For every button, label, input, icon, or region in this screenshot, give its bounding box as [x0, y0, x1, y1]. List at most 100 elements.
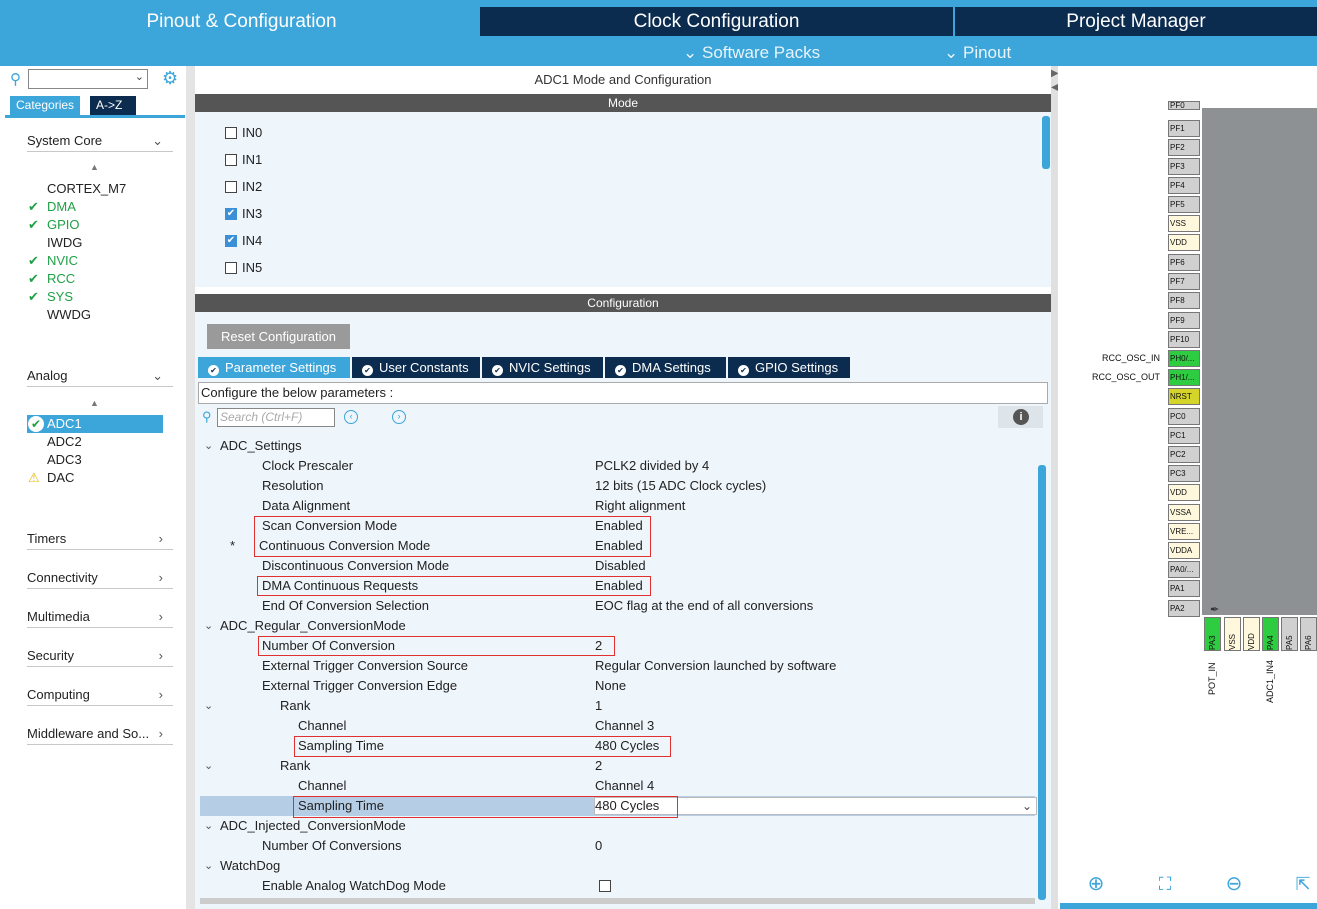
tab-clock-configuration[interactable]: Clock Configuration	[480, 7, 953, 36]
pin[interactable]: PF10	[1168, 331, 1200, 348]
param-row[interactable]: Enable Analog WatchDog Mode	[200, 876, 1035, 896]
param-row[interactable]: External Trigger Conversion Edge None	[200, 676, 1035, 696]
param-row[interactable]: Clock Prescaler PCLK2 divided by 4	[200, 456, 1035, 476]
category-item-gpio[interactable]: GPIO	[47, 216, 80, 234]
sort-icon[interactable]: ▲	[90, 162, 99, 172]
pin[interactable]: PC0	[1168, 408, 1200, 425]
category-item-sys[interactable]: SYS	[47, 288, 73, 306]
tree-group-injected-conversion[interactable]: ⌄ ADC_Injected_ConversionMode	[200, 816, 1035, 836]
zoom-out-icon[interactable]: ⊖	[1222, 872, 1246, 896]
panel-divider[interactable]	[1051, 66, 1058, 909]
software-packs-menu[interactable]: ⌄ Software Packs	[683, 42, 820, 64]
horizontal-scrollbar[interactable]	[200, 898, 1035, 904]
tree-group-adc-settings[interactable]: ⌄ ADC_Settings	[200, 436, 1035, 456]
tab-dma-settings[interactable]: ✔ DMA Settings	[605, 357, 726, 378]
checkbox-in0[interactable]	[225, 127, 237, 139]
checkbox-in5[interactable]	[225, 262, 237, 274]
tree-group-watchdog[interactable]: ⌄ WatchDog	[200, 856, 1035, 876]
tab-nvic-settings[interactable]: ✔ NVIC Settings	[482, 357, 603, 378]
tab-project-manager[interactable]: Project Manager	[955, 7, 1317, 36]
pin[interactable]: PF5	[1168, 196, 1200, 213]
section-middleware[interactable]: Middleware and So... ›	[27, 723, 173, 745]
pin[interactable]: PH0/...	[1168, 350, 1200, 367]
category-item-adc1[interactable]: ADC1	[47, 415, 82, 433]
category-item-wwdg[interactable]: WWDG	[47, 306, 91, 324]
pin[interactable]: PF7	[1168, 273, 1200, 290]
reset-configuration-button[interactable]: Reset Configuration	[207, 324, 350, 349]
panel-divider[interactable]	[186, 66, 195, 909]
pin[interactable]: PA1	[1168, 580, 1200, 597]
pin[interactable]: NRST	[1168, 388, 1200, 405]
pin[interactable]: PC2	[1168, 446, 1200, 463]
next-icon[interactable]: ›	[392, 410, 406, 424]
section-security[interactable]: Security ›	[27, 645, 173, 667]
pin[interactable]: PA5	[1281, 617, 1298, 651]
tab-gpio-settings[interactable]: ✔ GPIO Settings	[728, 357, 850, 378]
pin[interactable]: PF0	[1168, 101, 1200, 110]
pin[interactable]: VSS	[1168, 215, 1200, 232]
section-system-core[interactable]: System Core ⌄	[27, 130, 173, 152]
pin[interactable]: PF2	[1168, 139, 1200, 156]
pin[interactable]: VDD	[1168, 484, 1200, 501]
tree-group-regular-conversion[interactable]: ⌄ ADC_Regular_ConversionMode	[200, 616, 1035, 636]
category-item-iwdg[interactable]: IWDG	[47, 234, 82, 252]
category-item-dac[interactable]: DAC	[47, 469, 74, 487]
param-row[interactable]: Number Of Conversions 0	[200, 836, 1035, 856]
tab-pinout-configuration[interactable]: Pinout & Configuration	[5, 7, 478, 36]
tab-parameter-settings[interactable]: ✔ Parameter Settings	[198, 357, 350, 378]
pin[interactable]: PA0/...	[1168, 561, 1200, 578]
pin[interactable]: PA2	[1168, 600, 1200, 617]
configuration-scrollbar[interactable]	[1038, 465, 1046, 900]
category-item-rcc[interactable]: RCC	[47, 270, 75, 288]
param-row[interactable]: Data Alignment Right alignment	[200, 496, 1035, 516]
pin[interactable]: PF1	[1168, 120, 1200, 137]
pinout-menu[interactable]: ⌄ Pinout	[944, 42, 1011, 64]
param-row[interactable]: Resolution 12 bits (15 ADC Clock cycles)	[200, 476, 1035, 496]
category-item-cortex-m7[interactable]: CORTEX_M7	[47, 180, 126, 198]
section-computing[interactable]: Computing ›	[27, 684, 173, 706]
pin[interactable]: PA3	[1204, 617, 1221, 651]
tab-a-z[interactable]: A->Z	[90, 96, 136, 115]
export-icon[interactable]: ⇱	[1291, 872, 1315, 896]
pin[interactable]: VDD	[1168, 234, 1200, 251]
pin[interactable]: PC3	[1168, 465, 1200, 482]
param-row[interactable]: External Trigger Conversion Source Regula…	[200, 656, 1035, 676]
param-row[interactable]: End Of Conversion Selection EOC flag at t…	[200, 596, 1035, 616]
param-row[interactable]: Channel Channel 3	[200, 716, 1035, 736]
pin[interactable]: PF6	[1168, 254, 1200, 271]
category-search-input[interactable]: ⌄	[28, 69, 148, 89]
tree-group-rank-1[interactable]: ⌄ Rank 1	[200, 696, 1035, 716]
watchdog-checkbox[interactable]	[599, 880, 611, 892]
section-connectivity[interactable]: Connectivity ›	[27, 567, 173, 589]
pin[interactable]: PA6	[1300, 617, 1317, 651]
param-row[interactable]: Channel Channel 4	[200, 776, 1035, 796]
category-item-nvic[interactable]: NVIC	[47, 252, 78, 270]
section-multimedia[interactable]: Multimedia ›	[27, 606, 173, 628]
fit-to-screen-icon[interactable]: ⛶	[1153, 872, 1177, 896]
pin[interactable]: PF4	[1168, 177, 1200, 194]
pin[interactable]: VSS	[1224, 617, 1241, 651]
pin[interactable]: VDD	[1243, 617, 1260, 651]
pin[interactable]: PF9	[1168, 312, 1200, 329]
category-item-adc3[interactable]: ADC3	[47, 451, 82, 469]
pin[interactable]: PH1/...	[1168, 369, 1200, 386]
previous-icon[interactable]: ‹	[344, 410, 358, 424]
pin[interactable]: VRE...	[1168, 523, 1200, 540]
pin[interactable]: PF3	[1168, 158, 1200, 175]
pin[interactable]: PA4	[1262, 617, 1279, 651]
checkbox-in3[interactable]: ✔	[225, 208, 237, 220]
mode-scrollbar[interactable]	[1042, 116, 1050, 169]
section-timers[interactable]: Timers ›	[27, 528, 173, 550]
tab-categories[interactable]: Categories	[10, 96, 81, 115]
sort-icon[interactable]: ▲	[90, 398, 99, 408]
section-analog[interactable]: Analog ⌄	[27, 365, 173, 387]
checkbox-in1[interactable]	[225, 154, 237, 166]
tree-group-rank-2[interactable]: ⌄ Rank 2	[200, 756, 1035, 776]
category-item-adc2[interactable]: ADC2	[47, 433, 82, 451]
parameter-search-input[interactable]: Search (Ctrl+F)	[217, 408, 335, 427]
checkbox-in4[interactable]: ✔	[225, 235, 237, 247]
pin[interactable]: PC1	[1168, 427, 1200, 444]
pin[interactable]: VSSA	[1168, 504, 1200, 521]
param-row[interactable]: Discontinuous Conversion Mode Disabled	[200, 556, 1035, 576]
pin[interactable]: VDDA	[1168, 542, 1200, 559]
